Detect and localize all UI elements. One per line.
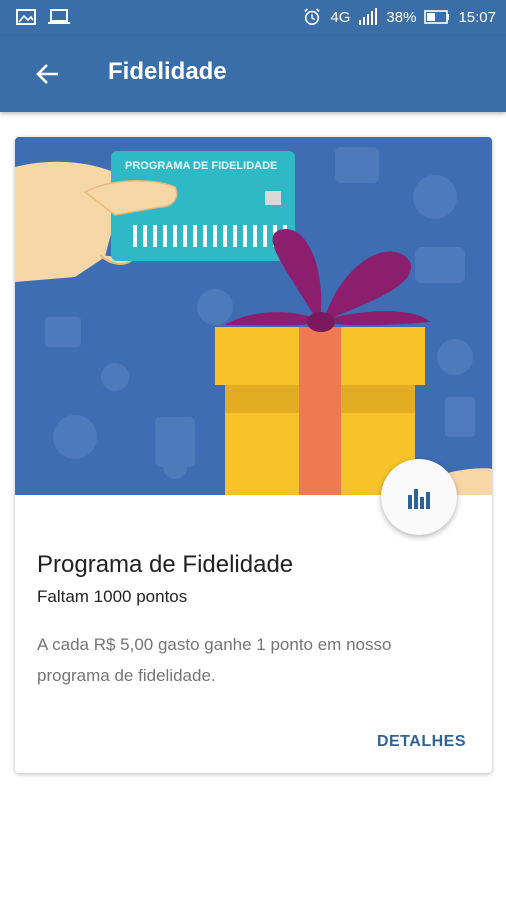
signal-icon xyxy=(359,8,378,25)
loyalty-program-card: PROGRAMA DE FIDELIDADE Programa de Fidel… xyxy=(15,137,492,773)
network-type: 4G xyxy=(330,8,351,26)
details-button[interactable]: DETALHES xyxy=(377,733,466,751)
clock: 15:07 xyxy=(458,8,496,26)
battery-icon xyxy=(424,10,450,24)
app-bar: Fidelidade xyxy=(0,36,506,112)
stats-button[interactable] xyxy=(381,459,457,535)
battery-percentage: 38% xyxy=(386,8,417,26)
bar-chart-icon xyxy=(408,489,430,509)
back-button[interactable] xyxy=(28,54,68,94)
points-remaining: Faltam 1000 pontos xyxy=(37,587,188,606)
card-description: A cada R$ 5,00 gasto ganhe 1 ponto em no… xyxy=(37,635,392,685)
arrow-left-icon xyxy=(36,64,58,84)
page-title: Fidelidade xyxy=(108,58,227,85)
image-icon xyxy=(16,9,36,25)
card-title: Programa de Fidelidade xyxy=(37,551,294,578)
hero-illustration: PROGRAMA DE FIDELIDADE xyxy=(15,137,492,495)
status-bar: 4G 38% 15:07 xyxy=(0,0,506,36)
alarm-icon xyxy=(304,8,321,26)
laptop-icon xyxy=(48,9,70,24)
hero-card-label: PROGRAMA DE FIDELIDADE xyxy=(125,160,277,172)
